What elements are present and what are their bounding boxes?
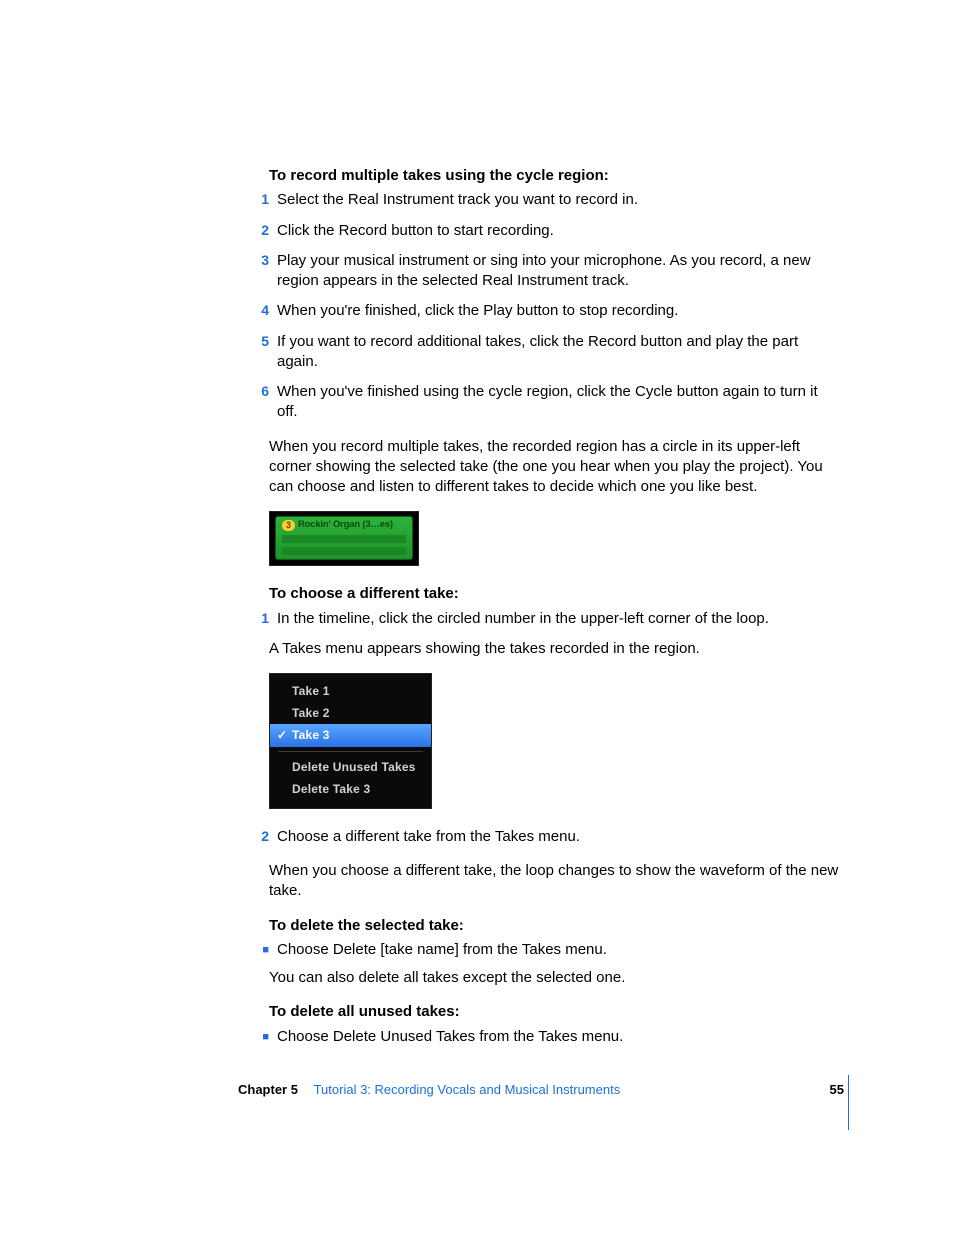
footer-chapter: Chapter 5 [238, 1082, 298, 1097]
step-number: 2 [247, 827, 269, 847]
step-6: 6 When you've finished using the cycle r… [269, 382, 839, 423]
step-number: 6 [247, 382, 269, 402]
region-label: Rockin' Organ (3…es) [298, 519, 393, 532]
step-text: When you're finished, click the Play but… [277, 301, 839, 321]
screenshot-region-with-takes: 3 Rockin' Organ (3…es) [269, 511, 419, 566]
step-text: When you've finished using the cycle reg… [277, 382, 839, 423]
step-number: 5 [247, 332, 269, 352]
takes-count-badge: 3 [282, 520, 295, 531]
menu-item-take-1[interactable]: Take 1 [270, 680, 431, 702]
menu-item-take-2[interactable]: Take 2 [270, 702, 431, 724]
audio-region: 3 Rockin' Organ (3…es) [275, 516, 413, 560]
section-heading-choose-take: To choose a different take: [269, 584, 839, 604]
bullet-text: Choose Delete [take name] from the Takes… [277, 940, 839, 960]
step-1: 1 Select the Real Instrument track you w… [269, 190, 839, 210]
footer-side-rule [848, 1075, 849, 1130]
bullet-delete-unused: ■ Choose Delete Unused Takes from the Ta… [269, 1027, 839, 1047]
step-number: 4 [247, 301, 269, 321]
step-text: If you want to record additional takes, … [277, 332, 839, 373]
bullet-delete-take: ■ Choose Delete [take name] from the Tak… [269, 940, 839, 960]
footer-left: Chapter 5 Tutorial 3: Recording Vocals a… [238, 1082, 620, 1097]
bullet-text: Choose Delete Unused Takes from the Take… [277, 1027, 839, 1047]
page: To record multiple takes using the cycle… [0, 0, 954, 1235]
paragraph-takes-menu-appears: A Takes menu appears showing the takes r… [269, 639, 839, 659]
step-4: 4 When you're finished, click the Play b… [269, 301, 839, 321]
bullet-icon: ■ [247, 940, 269, 960]
section-heading-record-multiple-takes: To record multiple takes using the cycle… [269, 166, 839, 186]
paragraph-delete-except-selected: You can also delete all takes except the… [269, 968, 839, 988]
menu-item-label: Take 3 [292, 728, 330, 742]
section-heading-delete-selected: To delete the selected take: [269, 916, 839, 936]
bullet-icon: ■ [247, 1027, 269, 1047]
step-text: Click the Record button to start recordi… [277, 221, 839, 241]
paragraph-multiple-takes-note: When you record multiple takes, the reco… [269, 437, 839, 498]
step-2: 2 Click the Record button to start recor… [269, 221, 839, 241]
waveform-bottom [282, 547, 406, 555]
step-text: In the timeline, click the circled numbe… [277, 609, 839, 629]
page-footer: Chapter 5 Tutorial 3: Recording Vocals a… [238, 1082, 844, 1097]
waveform-top [282, 535, 406, 543]
footer-title: Tutorial 3: Recording Vocals and Musical… [314, 1082, 621, 1097]
step-2: 2 Choose a different take from the Takes… [269, 827, 839, 847]
step-5: 5 If you want to record additional takes… [269, 332, 839, 373]
footer-page-number: 55 [830, 1082, 844, 1097]
menu-item-take-3-selected[interactable]: ✓ Take 3 [270, 724, 431, 746]
step-text: Choose a different take from the Takes m… [277, 827, 839, 847]
step-1: 1 In the timeline, click the circled num… [269, 609, 839, 629]
step-number: 3 [247, 251, 269, 271]
paragraph-loop-changes: When you choose a different take, the lo… [269, 861, 839, 902]
step-text: Play your musical instrument or sing int… [277, 251, 839, 292]
menu-separator [278, 751, 423, 752]
step-number: 2 [247, 221, 269, 241]
step-text: Select the Real Instrument track you wan… [277, 190, 839, 210]
section-heading-delete-unused: To delete all unused takes: [269, 1002, 839, 1022]
step-number: 1 [247, 190, 269, 210]
step-3: 3 Play your musical instrument or sing i… [269, 251, 839, 292]
screenshot-takes-menu: Take 1 Take 2 ✓ Take 3 Delete Unused Tak… [269, 673, 432, 809]
checkmark-icon: ✓ [277, 727, 287, 743]
step-number: 1 [247, 609, 269, 629]
menu-item-delete-unused[interactable]: Delete Unused Takes [270, 756, 431, 778]
content-column: To record multiple takes using the cycle… [269, 166, 839, 1055]
menu-item-delete-take-3[interactable]: Delete Take 3 [270, 778, 431, 800]
